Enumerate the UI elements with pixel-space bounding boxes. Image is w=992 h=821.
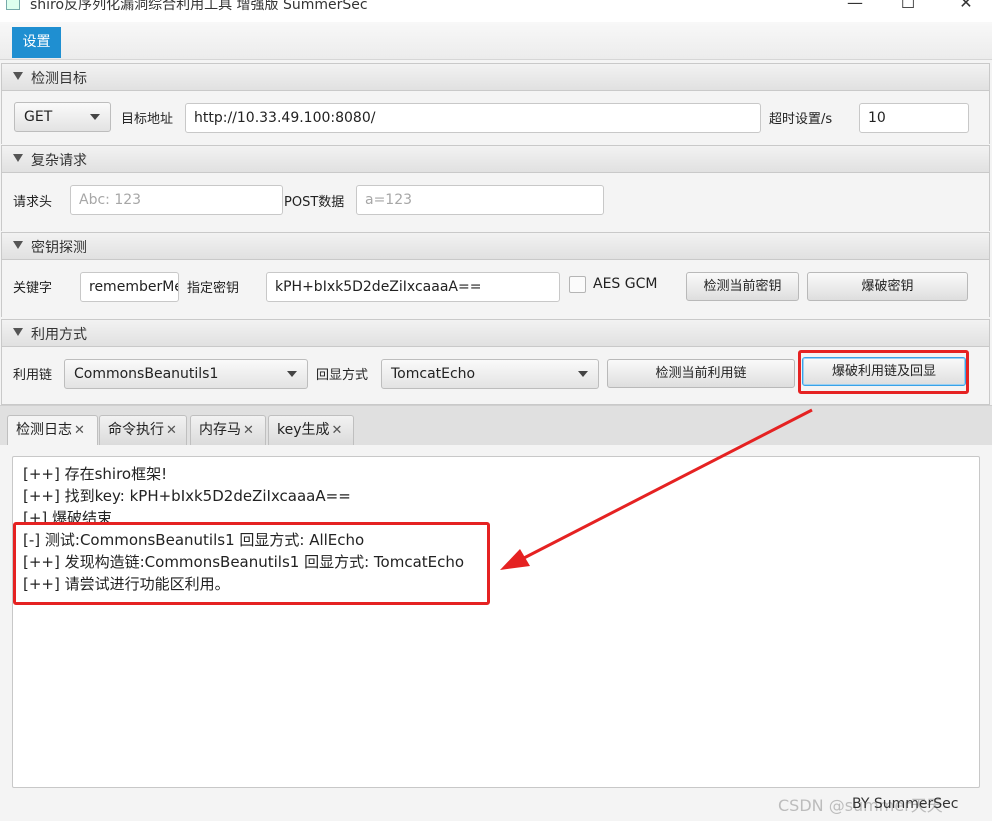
section-body-exploit: 利用链 CommonsBeanutils1 回显方式 TomcatEcho 检测… <box>1 347 990 405</box>
tab-label: 命令执行 <box>108 422 164 438</box>
brute-chain-button[interactable]: 爆破利用链及回显 <box>802 357 966 386</box>
chain-value: CommonsBeanutils1 <box>74 366 219 382</box>
tab-memory-shell[interactable]: 内存马 ✕ <box>190 415 266 446</box>
section-header-complex[interactable]: 复杂请求 <box>1 145 990 173</box>
key-label: 指定密钥 <box>187 281 240 296</box>
log-line: [++] 请尝试进行功能区利用。 <box>23 575 230 593</box>
check-key-button[interactable]: 检测当前密钥 <box>686 272 799 301</box>
log-output[interactable]: [++] 存在shiro框架! [++] 找到key: kPH+bIxk5D2d… <box>12 456 980 788</box>
key-input[interactable]: kPH+bIxk5D2deZiIxcaaaA== <box>266 272 560 302</box>
menu-bar: 设置 <box>0 22 992 60</box>
section-header-key[interactable]: 密钥探测 <box>1 232 990 260</box>
headers-label: 请求头 <box>13 195 53 210</box>
tab-label: key生成 <box>277 422 330 438</box>
collapse-triangle-icon <box>13 328 23 336</box>
tab-key-generate[interactable]: key生成 ✕ <box>268 415 354 446</box>
tab-label: 内存马 <box>199 422 241 438</box>
url-input[interactable]: http://10.33.49.100:8080/ <box>185 103 761 133</box>
url-label: 目标地址 <box>121 112 174 127</box>
tab-label: 检测日志 <box>16 422 72 438</box>
window-title: shiro反序列化漏洞综合利用工具 增强版 SummerSec <box>30 0 368 13</box>
section-body-target: GET 目标地址 http://10.33.49.100:8080/ 超时设置/… <box>1 91 990 144</box>
title-bar: shiro反序列化漏洞综合利用工具 增强版 SummerSec — ☐ ✕ <box>0 0 992 22</box>
app-icon <box>6 0 20 10</box>
headers-input[interactable]: Abc: 123 <box>70 185 283 215</box>
collapse-triangle-icon <box>13 241 23 249</box>
echo-select[interactable]: TomcatEcho <box>381 359 599 389</box>
minimize-icon[interactable]: — <box>845 0 865 12</box>
echo-value: TomcatEcho <box>391 366 476 382</box>
check-chain-button[interactable]: 检测当前利用链 <box>607 359 795 388</box>
menu-settings[interactable]: 设置 <box>12 27 61 58</box>
section-body-key: 关键字 rememberMe 指定密钥 kPH+bIxk5D2deZiIxcaa… <box>1 260 990 317</box>
log-line: [-] 测试:CommonsBeanutils1 回显方式: AllEcho <box>23 531 365 549</box>
echo-label: 回显方式 <box>316 368 369 383</box>
section-title: 检测目标 <box>31 71 87 87</box>
keyword-label: 关键字 <box>13 281 53 296</box>
collapse-triangle-icon <box>13 154 23 162</box>
chain-label: 利用链 <box>13 368 53 383</box>
keyword-input[interactable]: rememberMe <box>80 272 179 302</box>
brute-key-button[interactable]: 爆破密钥 <box>807 272 968 301</box>
section-header-exploit[interactable]: 利用方式 <box>1 319 990 347</box>
close-icon[interactable]: ✕ <box>956 0 976 12</box>
log-line: [++] 找到key: kPH+bIxk5D2deZiIxcaaaA== <box>23 487 351 505</box>
collapse-triangle-icon <box>13 72 23 80</box>
tab-command-exec[interactable]: 命令执行 ✕ <box>99 415 187 446</box>
section-title: 密钥探测 <box>31 240 87 256</box>
method-value: GET <box>24 109 53 125</box>
tab-close-icon[interactable]: ✕ <box>166 423 177 438</box>
section-title: 利用方式 <box>31 327 87 343</box>
aes-gcm-label: AES GCM <box>593 276 658 292</box>
tab-close-icon[interactable]: ✕ <box>74 423 85 438</box>
section-header-target[interactable]: 检测目标 <box>1 63 990 91</box>
timeout-input[interactable]: 10 <box>859 103 969 133</box>
maximize-icon[interactable]: ☐ <box>898 0 918 12</box>
tab-detect-log[interactable]: 检测日志 ✕ <box>7 415 98 447</box>
log-line: [+] 爆破结束 <box>23 509 113 527</box>
method-select[interactable]: GET <box>14 102 111 132</box>
aes-gcm-checkbox[interactable] <box>569 276 586 293</box>
footer-author: BY SummerSec <box>852 796 959 812</box>
chevron-down-icon <box>578 371 588 377</box>
timeout-label: 超时设置/s <box>769 112 833 127</box>
tab-strip: 检测日志 ✕ 命令执行 ✕ 内存马 ✕ key生成 ✕ <box>0 405 992 447</box>
log-line: [++] 发现构造链:CommonsBeanutils1 回显方式: Tomca… <box>23 553 465 571</box>
log-line: [++] 存在shiro框架! <box>23 465 168 483</box>
post-data-input[interactable]: a=123 <box>356 185 604 215</box>
section-title: 复杂请求 <box>31 153 87 169</box>
chain-select[interactable]: CommonsBeanutils1 <box>64 359 308 389</box>
chevron-down-icon <box>90 114 100 120</box>
post-data-label: POST数据 <box>284 195 345 210</box>
tab-close-icon[interactable]: ✕ <box>332 423 343 438</box>
chevron-down-icon <box>287 371 297 377</box>
tab-content: [++] 存在shiro框架! [++] 找到key: kPH+bIxk5D2d… <box>0 445 992 821</box>
section-body-complex: 请求头 Abc: 123 POST数据 a=123 <box>1 173 990 231</box>
tab-close-icon[interactable]: ✕ <box>243 423 254 438</box>
